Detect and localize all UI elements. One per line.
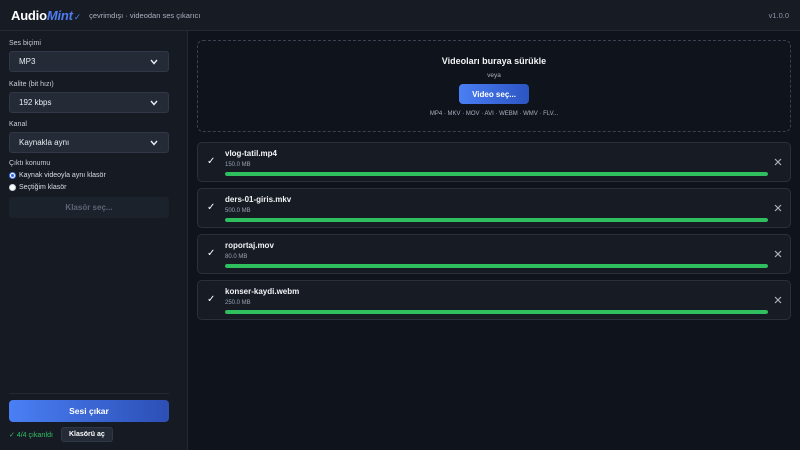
dropzone-or-text: veya	[487, 72, 501, 79]
extraction-status: ✓ 4/4 çıkarıldı	[9, 432, 53, 439]
output-option-source[interactable]: Kaynak videoyla aynı klasör	[9, 172, 106, 179]
file-progress-bar	[225, 310, 768, 314]
logo-text-mint: Mint	[46, 7, 73, 23]
settings-sidebar: Ses biçimi MP3 Kalite (bit hızı) 192 kbp…	[0, 31, 188, 450]
file-progress-fill	[225, 218, 768, 222]
file-progress-bar	[225, 172, 768, 176]
channel-select-value: Kaynakla aynı	[19, 138, 70, 147]
file-progress-fill	[225, 264, 768, 268]
radio-button[interactable]	[9, 184, 16, 191]
file-progress-fill	[225, 310, 768, 314]
format-select[interactable]: MP3	[9, 51, 169, 72]
chevron-down-icon	[149, 138, 159, 148]
close-icon[interactable]	[773, 157, 783, 167]
quality-select-value: 192 kbps	[19, 98, 52, 107]
title-bar: Audio Mint ✓ çevrimdışı · videodan ses çık…	[0, 0, 800, 31]
quality-label: Kalite (bit hızı)	[9, 81, 54, 88]
file-item: ✓ vlog-tatil.mp4 150.0 MB	[197, 142, 791, 182]
format-label: Ses biçimi	[9, 40, 41, 47]
output-option-custom[interactable]: Seçtiğim klasör	[9, 184, 66, 191]
channel-select[interactable]: Kaynakla aynı	[9, 132, 169, 153]
radio-button-selected[interactable]	[9, 172, 16, 179]
file-progress-bar	[225, 264, 768, 268]
check-icon: ✓	[207, 156, 216, 167]
chevron-down-icon	[149, 98, 159, 108]
close-icon[interactable]	[773, 203, 783, 213]
output-option-custom-label: Seçtiğim klasör	[19, 184, 67, 191]
file-item: ✓ ders-01-giris.mkv 500.0 MB	[197, 188, 791, 228]
logo-text-audio: Audio	[11, 7, 47, 23]
output-option-source-label: Kaynak videoyla aynı klasör	[19, 172, 106, 179]
chevron-down-icon	[149, 57, 159, 67]
file-name: ders-01-giris.mkv	[225, 195, 292, 204]
open-folder-button[interactable]: Klasörü aç	[61, 427, 113, 442]
app-subtitle: çevrimdışı · videodan ses çıkarıcı	[89, 10, 201, 20]
supported-formats: MP4 · MKV · MOV · AVI · WEBM · WMV · FLV…	[429, 111, 559, 117]
quality-select[interactable]: 192 kbps	[9, 92, 169, 113]
check-icon: ✓	[207, 248, 216, 259]
check-icon: ✓	[207, 294, 216, 305]
file-size: 250.0 MB	[225, 300, 251, 306]
close-icon[interactable]	[773, 295, 783, 305]
choose-folder-button[interactable]: Klasör seç...	[9, 197, 169, 218]
channel-label: Kanal	[9, 121, 27, 128]
file-progress-bar	[225, 218, 768, 222]
dropzone-title: Videoları buraya sürükle	[441, 56, 547, 66]
app-version: v1.0.0	[768, 10, 789, 20]
sidebar-divider	[9, 393, 169, 394]
file-name: konser-kaydi.webm	[225, 287, 300, 296]
output-location-label: Çıktı konumu	[9, 160, 51, 167]
file-size: 80.0 MB	[225, 254, 248, 260]
file-name: roportaj.mov	[225, 241, 274, 250]
close-icon[interactable]	[773, 249, 783, 259]
choose-video-button[interactable]: Video seç...	[459, 84, 529, 104]
format-select-value: MP3	[19, 57, 36, 66]
logo-mark-icon: ✓	[73, 11, 82, 22]
file-item: ✓ konser-kaydi.webm 250.0 MB	[197, 280, 791, 320]
video-dropzone[interactable]: Videoları buraya sürükle veya Video seç.…	[197, 40, 791, 132]
file-progress-fill	[225, 172, 768, 176]
file-name: vlog-tatil.mp4	[225, 149, 278, 158]
extract-audio-button[interactable]: Sesi çıkar	[9, 400, 169, 422]
file-size: 150.0 MB	[225, 162, 251, 168]
app-logo: Audio Mint ✓	[11, 8, 81, 23]
check-icon: ✓	[207, 202, 216, 213]
file-item: ✓ roportaj.mov 80.0 MB	[197, 234, 791, 274]
file-size: 500.0 MB	[225, 208, 251, 214]
